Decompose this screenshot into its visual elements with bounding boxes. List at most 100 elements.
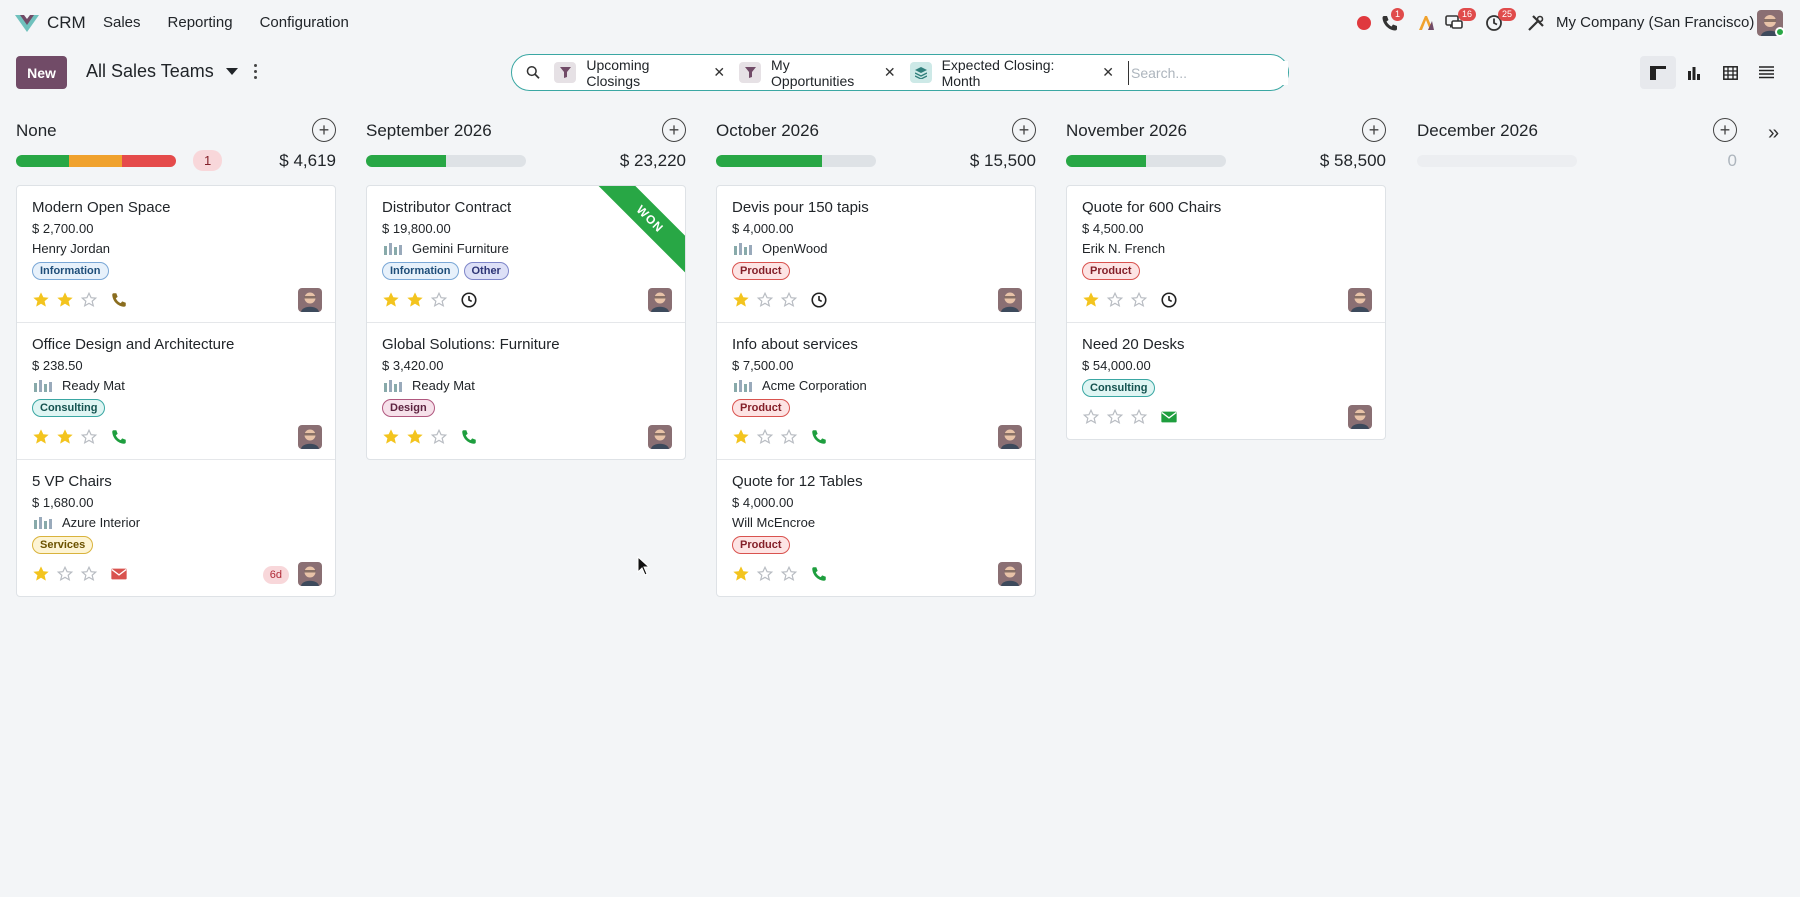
- salesperson-avatar[interactable]: [998, 288, 1022, 312]
- star-empty-icon[interactable]: [780, 428, 798, 446]
- add-card-button[interactable]: +: [312, 118, 336, 142]
- star-empty-icon[interactable]: [756, 428, 774, 446]
- column-progress-bar[interactable]: [366, 155, 526, 167]
- star-filled-icon[interactable]: [382, 428, 400, 446]
- progress-segment[interactable]: [121, 155, 176, 167]
- star-empty-icon[interactable]: [56, 565, 74, 583]
- star-empty-icon[interactable]: [780, 291, 798, 309]
- menu-configuration[interactable]: Configuration: [260, 14, 349, 31]
- clock-icon[interactable]: [1160, 291, 1178, 309]
- progress-segment[interactable]: [1066, 155, 1146, 167]
- star-empty-icon[interactable]: [80, 565, 98, 583]
- salesperson-avatar[interactable]: [648, 425, 672, 449]
- search-input[interactable]: [1128, 60, 1288, 85]
- more-actions-icon[interactable]: [252, 64, 258, 80]
- phone-icon[interactable]: [110, 291, 128, 309]
- breadcrumb[interactable]: All Sales Teams: [86, 61, 238, 82]
- star-empty-icon[interactable]: [1082, 408, 1100, 426]
- clock-icon[interactable]: [460, 291, 478, 309]
- star-filled-icon[interactable]: [732, 428, 750, 446]
- add-card-button[interactable]: +: [1362, 118, 1386, 142]
- progress-segment[interactable]: [716, 155, 822, 167]
- double-chevron-right-icon[interactable]: »: [1768, 122, 1779, 145]
- star-filled-icon[interactable]: [32, 428, 50, 446]
- close-icon[interactable]: ✕: [884, 64, 896, 81]
- star-empty-icon[interactable]: [430, 428, 448, 446]
- opportunity-card[interactable]: Quote for 600 Chairs $ 4,500.00 Erik N. Fr…: [1067, 186, 1385, 323]
- add-card-button[interactable]: +: [662, 118, 686, 142]
- star-empty-icon[interactable]: [1106, 291, 1124, 309]
- star-empty-icon[interactable]: [756, 291, 774, 309]
- chevron-down-icon[interactable]: [225, 68, 238, 75]
- close-icon[interactable]: ✕: [1102, 64, 1114, 81]
- star-filled-icon[interactable]: [1082, 291, 1100, 309]
- star-empty-icon[interactable]: [756, 565, 774, 583]
- progress-segment[interactable]: [16, 155, 69, 167]
- salesperson-avatar[interactable]: [298, 425, 322, 449]
- search-icon[interactable]: [526, 65, 540, 80]
- star-filled-icon[interactable]: [406, 428, 424, 446]
- star-empty-icon[interactable]: [1130, 408, 1148, 426]
- column-title[interactable]: December 2026: [1417, 121, 1538, 141]
- graph-view-button[interactable]: [1676, 56, 1712, 89]
- add-card-button[interactable]: +: [1713, 118, 1737, 142]
- column-progress-bar[interactable]: [1066, 155, 1226, 167]
- column-title[interactable]: November 2026: [1066, 121, 1187, 141]
- column-title[interactable]: October 2026: [716, 121, 819, 141]
- close-icon[interactable]: ✕: [713, 64, 725, 81]
- tools-icon[interactable]: [1526, 13, 1546, 33]
- star-empty-icon[interactable]: [80, 428, 98, 446]
- star-filled-icon[interactable]: [382, 291, 400, 309]
- phone-icon[interactable]: [110, 428, 128, 446]
- star-empty-icon[interactable]: [1106, 408, 1124, 426]
- add-card-button[interactable]: +: [1012, 118, 1036, 142]
- salesperson-avatar[interactable]: [1348, 288, 1372, 312]
- phone-icon[interactable]: [810, 428, 828, 446]
- menu-reporting[interactable]: Reporting: [168, 14, 233, 31]
- kanban-view-button[interactable]: [1640, 56, 1676, 89]
- star-filled-icon[interactable]: [406, 291, 424, 309]
- crm-logo-icon[interactable]: [14, 12, 40, 34]
- pivot-view-button[interactable]: [1712, 56, 1748, 89]
- opportunity-card[interactable]: Devis pour 150 tapis $ 4,000.00 OpenWood Pr…: [717, 186, 1035, 323]
- opportunity-card[interactable]: Modern Open Space $ 2,700.00 Henry Jordan I…: [17, 186, 335, 323]
- salesperson-avatar[interactable]: [998, 425, 1022, 449]
- star-filled-icon[interactable]: [32, 565, 50, 583]
- star-empty-icon[interactable]: [780, 565, 798, 583]
- column-title[interactable]: None: [16, 121, 57, 141]
- opportunity-card[interactable]: Global Solutions: Furniture $ 3,420.00 Rea…: [367, 323, 685, 459]
- mail-icon[interactable]: [110, 565, 128, 583]
- record-icon[interactable]: [1354, 13, 1374, 33]
- star-filled-icon[interactable]: [56, 428, 74, 446]
- phone-icon[interactable]: [460, 428, 478, 446]
- star-empty-icon[interactable]: [1130, 291, 1148, 309]
- new-button[interactable]: New: [16, 56, 67, 89]
- opportunity-card[interactable]: Quote for 12 Tables $ 4,000.00 Will McEncr…: [717, 460, 1035, 596]
- opportunity-card[interactable]: 5 VP Chairs $ 1,680.00 Azure Interior Servi…: [17, 460, 335, 596]
- salesperson-avatar[interactable]: [648, 288, 672, 312]
- progress-segment[interactable]: [68, 155, 122, 167]
- clock-icon[interactable]: [810, 291, 828, 309]
- star-filled-icon[interactable]: [32, 291, 50, 309]
- phone-icon[interactable]: [810, 565, 828, 583]
- column-progress-bar[interactable]: [716, 155, 876, 167]
- salesperson-avatar[interactable]: [1348, 405, 1372, 429]
- star-empty-icon[interactable]: [430, 291, 448, 309]
- menu-sales[interactable]: Sales: [103, 14, 141, 31]
- company-switcher[interactable]: My Company (San Francisco): [1556, 14, 1754, 31]
- column-title[interactable]: September 2026: [366, 121, 492, 141]
- star-filled-icon[interactable]: [732, 291, 750, 309]
- column-progress-bar[interactable]: [1417, 155, 1577, 167]
- opportunity-card[interactable]: Info about services $ 7,500.00 Acme Corpor…: [717, 323, 1035, 460]
- app-name[interactable]: CRM: [47, 13, 86, 33]
- opportunity-card[interactable]: Need 20 Desks $ 54,000.00 Consulting: [1067, 323, 1385, 439]
- opportunity-card[interactable]: WON Distributor Contract $ 19,800.00 Gemini…: [367, 186, 685, 323]
- salesperson-avatar[interactable]: [298, 288, 322, 312]
- salesperson-avatar[interactable]: [298, 562, 322, 586]
- column-progress-bar[interactable]: [16, 155, 176, 167]
- list-view-button[interactable]: [1748, 56, 1784, 89]
- star-filled-icon[interactable]: [56, 291, 74, 309]
- star-filled-icon[interactable]: [732, 565, 750, 583]
- opportunity-card[interactable]: Office Design and Architecture $ 238.50 Re…: [17, 323, 335, 460]
- salesperson-avatar[interactable]: [998, 562, 1022, 586]
